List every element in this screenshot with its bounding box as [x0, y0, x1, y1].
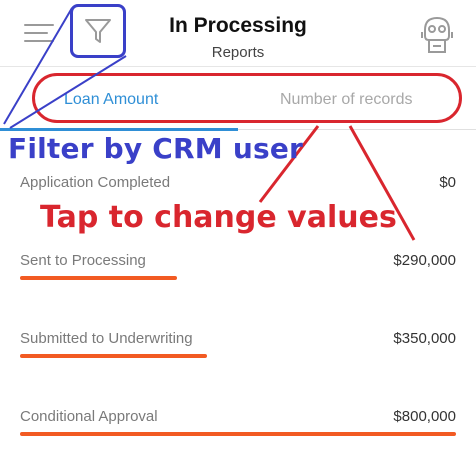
row-label-application-completed: Application Completed — [20, 174, 171, 191]
row-label-submitted-to-underwriting: Submitted to Underwriting — [20, 330, 193, 347]
row-value-submitted-to-underwriting: $350,000 — [393, 330, 456, 347]
row-label-conditional-approval: Conditional Approval — [20, 408, 158, 425]
active-tab-indicator — [0, 128, 238, 131]
page-title: In Processing — [169, 14, 307, 37]
page-subtitle: Reports — [211, 44, 265, 61]
tap-annotation-text: Tap to change values — [40, 200, 397, 235]
progress-bar-conditional-approval — [20, 432, 456, 436]
app-header: In Processing Reports — [0, 0, 476, 66]
row-label-sent-to-processing: Sent to Processing — [20, 252, 146, 269]
row-value-application-completed: $0 — [439, 174, 456, 191]
progress-bar-sent-to-processing — [20, 276, 177, 280]
filter-annotation-text: Filter by CRM user — [8, 132, 304, 165]
robot-avatar-icon[interactable] — [418, 14, 456, 56]
progress-bar-submitted-to-underwriting — [20, 354, 208, 358]
row-value-sent-to-processing: $290,000 — [393, 252, 456, 269]
row-value-conditional-approval: $800,000 — [393, 408, 456, 425]
tabs-highlight-oval — [32, 73, 462, 123]
